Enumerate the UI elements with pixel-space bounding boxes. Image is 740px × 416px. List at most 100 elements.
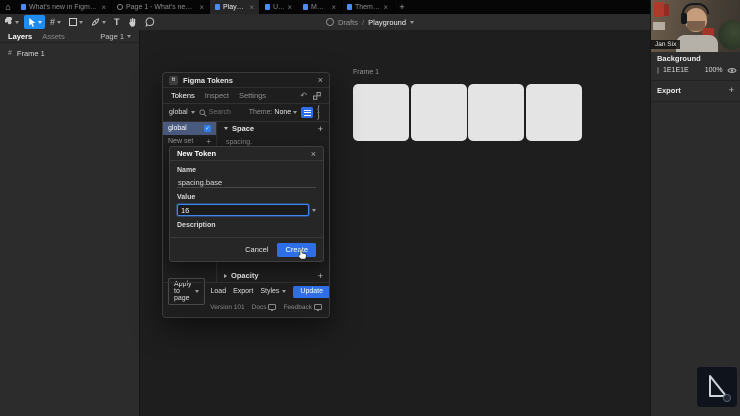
feedback-link[interactable]: Feedback bbox=[283, 304, 322, 311]
apply-to-label: Apply to page bbox=[174, 281, 192, 302]
plugin-title: Figma Tokens bbox=[183, 76, 233, 85]
space-section-header[interactable]: Space + bbox=[218, 122, 329, 135]
chevron-right-icon bbox=[224, 274, 227, 278]
tab-playground[interactable]: Playground × bbox=[210, 0, 260, 14]
layer-item-frame-1[interactable]: # Frame 1 bbox=[0, 47, 139, 59]
styles-dropdown[interactable]: Styles bbox=[260, 288, 286, 295]
page-selector[interactable]: Page 1 bbox=[100, 32, 131, 41]
token-search[interactable] bbox=[199, 109, 245, 117]
canvas-rectangle[interactable] bbox=[353, 84, 409, 141]
search-input[interactable] bbox=[209, 109, 245, 116]
theme-dropdown[interactable]: Theme: None bbox=[249, 109, 297, 116]
token-set-label: global bbox=[168, 125, 187, 132]
home-icon: ⌂ bbox=[5, 2, 10, 12]
list-view-toggle-button[interactable] bbox=[301, 107, 313, 118]
export-button[interactable]: Export bbox=[233, 288, 253, 295]
tab-label: Page 1 - What's new in Figma Token... bbox=[126, 4, 196, 11]
feedback-label: Feedback bbox=[283, 304, 312, 311]
close-icon[interactable]: × bbox=[383, 3, 388, 12]
divider bbox=[651, 101, 740, 102]
avatar[interactable] bbox=[326, 18, 334, 26]
close-icon[interactable]: × bbox=[199, 3, 204, 12]
figma-logo-icon bbox=[5, 17, 13, 28]
frame-title-label[interactable]: Frame 1 bbox=[353, 69, 379, 76]
token-set-item-global[interactable]: global ✓ bbox=[163, 122, 216, 135]
hand-tool-button[interactable] bbox=[125, 15, 140, 29]
token-name-partial[interactable]: spacing. bbox=[226, 139, 252, 146]
tab-whats-new[interactable]: What's new in Figma Tokens and wh... × bbox=[16, 0, 112, 14]
tab-bar: ⌂ What's new in Figma Tokens and wh... ×… bbox=[0, 0, 740, 14]
chevron-down-icon bbox=[293, 111, 297, 114]
close-icon[interactable]: × bbox=[287, 3, 292, 12]
close-icon[interactable]: × bbox=[331, 3, 336, 12]
mouse-pointer-icon bbox=[297, 248, 307, 260]
background-section-title: Background bbox=[651, 52, 740, 64]
home-button[interactable]: ⌂ bbox=[0, 0, 16, 14]
color-hex-value[interactable]: 1E1E1E bbox=[663, 67, 689, 74]
canvas-rectangle[interactable] bbox=[411, 84, 467, 141]
breadcrumb-separator: / bbox=[362, 18, 364, 27]
breadcrumb-file[interactable]: Playground bbox=[368, 18, 406, 27]
tab-layers[interactable]: Layers bbox=[8, 32, 32, 41]
figma-doc-icon bbox=[303, 4, 308, 10]
add-export-button[interactable]: + bbox=[729, 85, 734, 95]
resize-window-icon[interactable] bbox=[313, 92, 321, 100]
pen-tool-button[interactable] bbox=[88, 15, 109, 29]
checkbox-checked-icon[interactable]: ✓ bbox=[204, 125, 211, 132]
value-dropdown-icon[interactable] bbox=[312, 209, 316, 212]
page-selector-label: Page 1 bbox=[100, 32, 124, 41]
frame-tool-button[interactable]: # bbox=[47, 15, 64, 29]
comment-tool-button[interactable] bbox=[142, 15, 158, 29]
close-icon[interactable]: × bbox=[101, 3, 106, 12]
export-section-title: Export bbox=[657, 86, 681, 95]
json-view-button[interactable]: { } bbox=[317, 106, 323, 120]
new-tab-button[interactable]: + bbox=[394, 0, 410, 14]
token-name-input[interactable] bbox=[177, 177, 316, 188]
docs-link[interactable]: Docs bbox=[252, 304, 277, 311]
styles-label: Styles bbox=[260, 288, 279, 295]
breadcrumb-project[interactable]: Drafts bbox=[338, 18, 358, 27]
frame-icon: # bbox=[50, 17, 55, 27]
update-button[interactable]: Update bbox=[293, 286, 330, 298]
color-opacity-value[interactable]: 100% bbox=[705, 67, 723, 74]
tab-mp-demo[interactable]: MP Demo × bbox=[298, 0, 342, 14]
tab-page1-whats-new[interactable]: Page 1 - What's new in Figma Token... × bbox=[112, 0, 210, 14]
tab-assets[interactable]: Assets bbox=[42, 32, 65, 41]
token-set-dropdown[interactable]: global bbox=[169, 109, 195, 116]
presenter-silhouette bbox=[676, 35, 718, 52]
opacity-section-header[interactable]: Opacity + bbox=[218, 269, 329, 282]
close-icon[interactable]: × bbox=[318, 75, 323, 85]
color-swatch[interactable] bbox=[657, 67, 659, 74]
main-menu-button[interactable] bbox=[2, 15, 22, 29]
plugin-tab-inspect[interactable]: Inspect bbox=[205, 91, 229, 100]
add-token-button[interactable]: + bbox=[318, 271, 323, 281]
token-set-dropdown-label: global bbox=[169, 109, 188, 116]
text-tool-button[interactable]: T bbox=[111, 15, 123, 29]
plugin-tab-tokens[interactable]: Tokens bbox=[171, 91, 195, 100]
close-icon[interactable]: × bbox=[249, 3, 254, 12]
token-value-input[interactable] bbox=[177, 204, 309, 216]
move-tool-button[interactable] bbox=[24, 15, 45, 29]
cancel-button[interactable]: Cancel bbox=[245, 245, 268, 254]
shape-tool-button[interactable] bbox=[66, 15, 86, 29]
close-icon[interactable]: × bbox=[311, 149, 316, 159]
canvas-rectangle[interactable] bbox=[468, 84, 524, 141]
plugin-tab-bar: Tokens Inspect Settings ↶ bbox=[163, 88, 329, 104]
load-button[interactable]: Load bbox=[211, 288, 227, 295]
plugin-toolbar: global Theme: None { } bbox=[163, 104, 329, 122]
webcam-video-overlay: Jan Six bbox=[651, 0, 740, 52]
tab-ui-kit[interactable]: UI Kit × bbox=[260, 0, 298, 14]
canvas-rectangle[interactable] bbox=[526, 84, 582, 141]
plugin-tab-settings[interactable]: Settings bbox=[239, 91, 266, 100]
layers-panel-header: Layers Assets Page 1 bbox=[0, 30, 139, 43]
visibility-toggle[interactable] bbox=[727, 67, 737, 74]
tab-theme-demo[interactable]: Theme Demo × bbox=[342, 0, 394, 14]
add-set-icon[interactable]: + bbox=[206, 137, 211, 146]
chevron-down-icon[interactable] bbox=[410, 21, 414, 24]
undo-icon[interactable]: ↶ bbox=[300, 91, 307, 100]
add-token-button[interactable]: + bbox=[318, 124, 323, 134]
plugin-body: global ✓ New set + Space + spacing. Opac… bbox=[163, 122, 329, 283]
plugin-title-bar[interactable]: tt Figma Tokens × bbox=[163, 73, 329, 88]
figma-doc-icon bbox=[215, 4, 220, 10]
rectangle-icon bbox=[69, 18, 77, 26]
